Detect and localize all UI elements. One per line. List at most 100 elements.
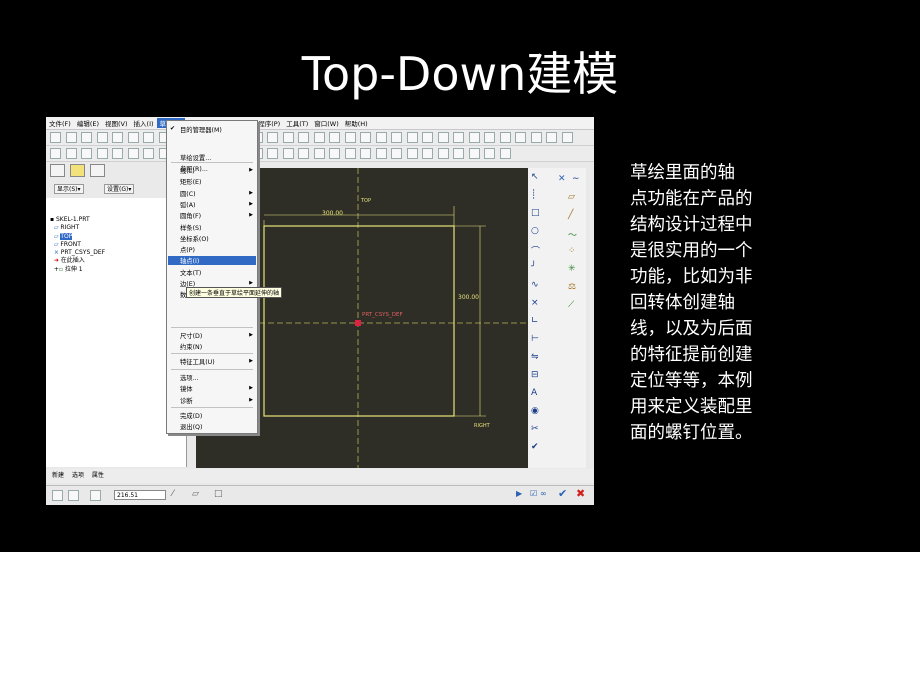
tb1-tool-icon[interactable] bbox=[143, 132, 154, 143]
sketch-menu-item-12[interactable]: 文本(T) bbox=[180, 268, 201, 277]
circle-icon[interactable]: ○ bbox=[531, 226, 539, 236]
tb2-tool-icon[interactable] bbox=[344, 148, 356, 159]
tb2-tool-icon[interactable] bbox=[112, 148, 123, 159]
tb1-tool-icon[interactable] bbox=[267, 132, 278, 143]
tb1-tool-icon[interactable] bbox=[112, 132, 123, 143]
sketch-menu-item-0[interactable]: 目的管理器(M) bbox=[180, 125, 222, 134]
tb1-tool-icon[interactable] bbox=[50, 132, 61, 143]
sketch-menu-item-15[interactable]: 尺寸(D) bbox=[180, 331, 202, 340]
favorites-tab-icon[interactable] bbox=[90, 164, 105, 177]
preview-icon[interactable]: ☑ bbox=[530, 489, 537, 498]
tb1-tool-icon[interactable] bbox=[437, 132, 449, 143]
trim-icon[interactable]: ✂ bbox=[531, 424, 539, 434]
tb2-tool-icon[interactable] bbox=[298, 148, 309, 159]
dim-horizontal-value[interactable]: 300.00 bbox=[322, 210, 343, 217]
tb2-tool-icon[interactable] bbox=[267, 148, 278, 159]
menu-item-2[interactable]: 视图(V) bbox=[102, 118, 131, 128]
thicken-icon[interactable]: □ bbox=[214, 489, 223, 499]
status-properties[interactable]: 属性 bbox=[92, 472, 104, 479]
dimension-icon[interactable]: ⊢ bbox=[531, 334, 539, 344]
datum-point-icon[interactable]: ⁘ bbox=[568, 246, 576, 256]
rectangle-icon[interactable]: □ bbox=[531, 208, 540, 218]
tb1-tool-icon[interactable] bbox=[81, 132, 92, 143]
status-options[interactable]: 选项 bbox=[72, 472, 84, 479]
sketch-menu-item-7[interactable]: 圆角(F) bbox=[180, 211, 201, 220]
sketch-menu-item-9[interactable]: 坐标系(O) bbox=[180, 234, 209, 243]
tb1-tool-icon[interactable] bbox=[329, 132, 340, 143]
tb2-tool-icon[interactable] bbox=[375, 148, 387, 159]
show-button[interactable]: 显示(S)▾ bbox=[54, 184, 84, 194]
tb1-tool-icon[interactable] bbox=[65, 132, 77, 143]
tb1-tool-icon[interactable] bbox=[360, 132, 371, 143]
tb1-tool-icon[interactable] bbox=[127, 132, 139, 143]
select-arrow-icon[interactable]: ↖ bbox=[531, 172, 539, 182]
tree-item-top[interactable]: ▱ TOP bbox=[50, 232, 105, 241]
sketch-curve-icon[interactable]: ∼ bbox=[572, 174, 580, 184]
tb1-tool-icon[interactable] bbox=[422, 132, 433, 143]
tb1-tool-icon[interactable] bbox=[96, 132, 108, 143]
placement-icon[interactable] bbox=[68, 490, 79, 501]
settings-button[interactable]: 设置(G)▾ bbox=[104, 184, 135, 194]
tb2-tool-icon[interactable] bbox=[313, 148, 325, 159]
tb1-tool-icon[interactable] bbox=[298, 132, 309, 143]
tree-item-insert-here[interactable]: ➜ 在此插入 bbox=[50, 257, 105, 265]
flip-icon[interactable]: ⁄ bbox=[172, 489, 174, 499]
menu-item-9[interactable]: 窗口(W) bbox=[311, 118, 342, 128]
tb1-tool-icon[interactable] bbox=[484, 132, 495, 143]
tb2-tool-icon[interactable] bbox=[391, 148, 402, 159]
use-edge-icon[interactable]: ∟ bbox=[531, 316, 539, 326]
menu-item-0[interactable]: 文件(F) bbox=[46, 118, 74, 128]
tb1-tool-icon[interactable] bbox=[344, 132, 356, 143]
sketch-icon[interactable] bbox=[52, 490, 63, 501]
tb2-tool-icon[interactable] bbox=[50, 148, 61, 159]
tb2-tool-icon[interactable] bbox=[65, 148, 77, 159]
sketch-menu-item-11[interactable]: 轴点(I) bbox=[168, 256, 256, 266]
centerline-icon[interactable]: ┊ bbox=[531, 190, 536, 200]
arc-icon[interactable]: ⌒ bbox=[531, 244, 540, 257]
tb1-tool-icon[interactable] bbox=[406, 132, 418, 143]
palette-icon[interactable]: ◉ bbox=[531, 406, 539, 416]
sketch-menu-item-8[interactable]: 样条(S) bbox=[180, 223, 202, 232]
curve-icon[interactable]: 〜 bbox=[568, 228, 577, 241]
tb2-tool-icon[interactable] bbox=[360, 148, 371, 159]
tb1-tool-icon[interactable] bbox=[375, 132, 387, 143]
constraint-icon[interactable]: ⊟ bbox=[531, 370, 539, 380]
tb2-tool-icon[interactable] bbox=[329, 148, 340, 159]
tb2-tool-icon[interactable] bbox=[143, 148, 154, 159]
tree-item-front[interactable]: ▱ FRONT bbox=[50, 241, 105, 249]
tb2-tool-icon[interactable] bbox=[437, 148, 449, 159]
sketch-menu-item-18[interactable]: 选项... bbox=[180, 373, 199, 382]
tree-item-part[interactable]: ▪ SKEL-1.PRT bbox=[50, 216, 105, 224]
tb1-tool-icon[interactable] bbox=[391, 132, 402, 143]
depth-icon[interactable] bbox=[90, 490, 101, 501]
depth-value-field[interactable]: 216.51 bbox=[114, 490, 166, 500]
fillet-icon[interactable]: ╯ bbox=[531, 262, 536, 272]
sketch-menu-item-21[interactable]: 完成(D) bbox=[180, 411, 202, 420]
sketch-menu-item-22[interactable]: 退出(Q) bbox=[180, 422, 202, 431]
sketch-menu-item-6[interactable]: 弧(A) bbox=[180, 200, 196, 209]
tb1-tool-icon[interactable] bbox=[561, 132, 573, 143]
text-icon[interactable]: A bbox=[531, 388, 537, 398]
sketch-menu-item-16[interactable]: 约束(N) bbox=[180, 342, 202, 351]
tb1-tool-icon[interactable] bbox=[282, 132, 294, 143]
pause-icon[interactable]: ▶ bbox=[516, 489, 522, 498]
sketch-menu-item-5[interactable]: 圆(C) bbox=[180, 189, 196, 198]
tb2-tool-icon[interactable] bbox=[81, 148, 92, 159]
tb1-tool-icon[interactable] bbox=[530, 132, 542, 143]
sketch-menu-item-3[interactable]: 线(L) bbox=[180, 166, 195, 175]
menu-item-1[interactable]: 编辑(E) bbox=[74, 118, 102, 128]
cancel-x-icon[interactable]: ✖ bbox=[576, 487, 585, 500]
tb2-tool-icon[interactable] bbox=[96, 148, 108, 159]
axis-icon[interactable]: ╱ bbox=[568, 210, 573, 220]
tb2-tool-icon[interactable] bbox=[453, 148, 464, 159]
glasses-icon[interactable]: ∞ bbox=[540, 489, 547, 498]
tb2-tool-icon[interactable] bbox=[468, 148, 480, 159]
tree-item-right[interactable]: ▱ RIGHT bbox=[50, 224, 105, 232]
csys-icon[interactable]: ✳ bbox=[568, 264, 576, 274]
feature-icon[interactable]: ⟋ bbox=[568, 300, 574, 310]
tb2-tool-icon[interactable] bbox=[484, 148, 495, 159]
sketch-menu-item-4[interactable]: 矩形(E) bbox=[180, 177, 202, 186]
analysis-icon[interactable]: ⚖ bbox=[568, 282, 576, 292]
tb1-tool-icon[interactable] bbox=[313, 132, 325, 143]
sketch-menu-item-17[interactable]: 特征工具(U) bbox=[180, 357, 215, 366]
